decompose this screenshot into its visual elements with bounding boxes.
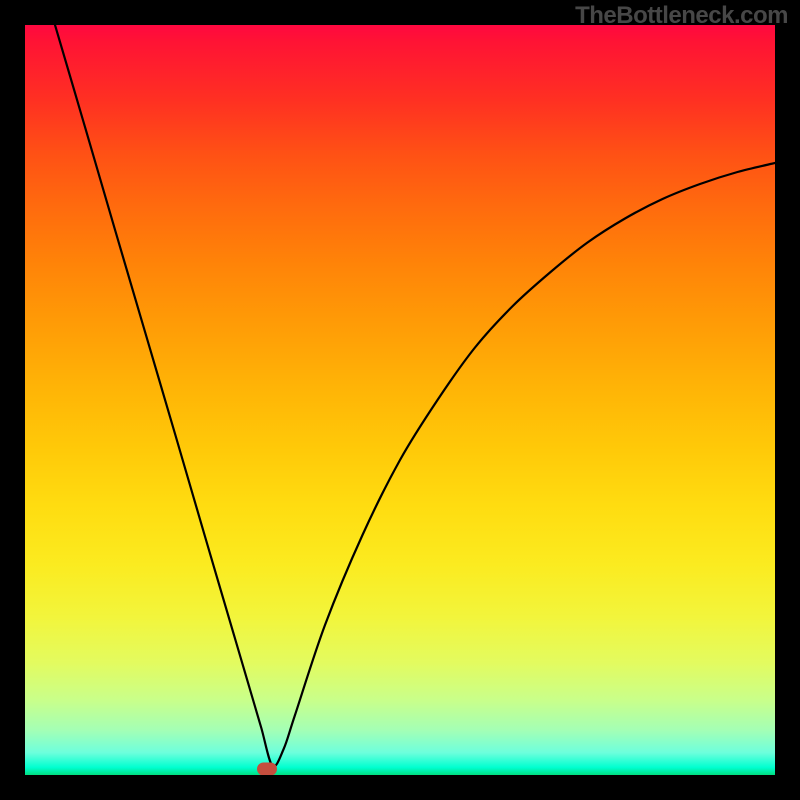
plot-area (25, 25, 775, 775)
curve-svg (25, 25, 775, 775)
watermark-text: TheBottleneck.com (575, 2, 788, 30)
minimum-marker (257, 763, 277, 776)
bottleneck-curve (55, 25, 775, 767)
